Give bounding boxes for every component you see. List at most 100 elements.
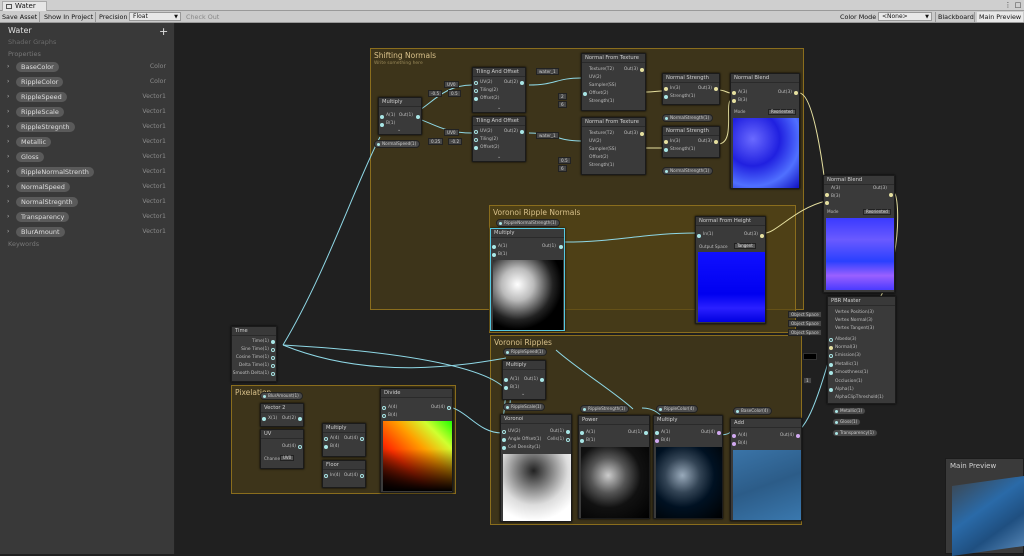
uv-channel-chip[interactable]: UV0	[444, 129, 459, 136]
node-tiling-and-offset[interactable]: Tiling And Offset UV(2) Tiling(2) Offset…	[472, 67, 526, 113]
more-options-icon[interactable]: ⋮	[1004, 1, 1012, 9]
expand-caret-icon[interactable]: ›	[7, 93, 9, 100]
port-dot[interactable]	[825, 201, 829, 205]
property-row[interactable]: › Transparency Vector1	[6, 211, 170, 223]
port-dot[interactable]	[520, 130, 524, 134]
node-pbr-master[interactable]: PBR Master Vertex Position(3) Vertex Nor…	[827, 296, 896, 404]
expand-caret-icon[interactable]: ›	[7, 228, 9, 235]
node-uv[interactable]: UV Out(4) Channel UV0	[260, 429, 304, 469]
expand-caret-icon[interactable]: ›	[7, 168, 9, 175]
strength-field[interactable]: 6	[558, 165, 567, 172]
port-dot[interactable]	[829, 371, 833, 375]
node-multiply[interactable]: Multiply A(1) B(1) Out(1) ⌄	[502, 360, 546, 400]
node-normal-blend[interactable]: Normal Blend A(3) B(3) Out(3) Mode Reori…	[730, 73, 800, 189]
node-voronoi[interactable]: Voronoi UV(2) Angle Offset(1) Cell Densi…	[500, 414, 572, 522]
node-multiply[interactable]: Multiply A(1) B(1) Out(1)	[490, 228, 565, 331]
property-row[interactable]: › Gloss Vector1	[6, 151, 170, 163]
port-dot[interactable]	[640, 132, 644, 136]
object-space-chip[interactable]: Object Space	[788, 320, 822, 327]
collapse-chevron-icon[interactable]: ⌄	[397, 127, 401, 133]
offset-x-field[interactable]: 0.25	[428, 138, 444, 145]
port-dot[interactable]	[504, 378, 508, 382]
port-dot[interactable]	[794, 91, 798, 95]
property-name[interactable]: NormalSpeed	[16, 182, 70, 192]
property-name[interactable]: RippleSpeed	[16, 92, 67, 102]
property-pill-normal-speed[interactable]: NormalSpeed(1)	[374, 140, 421, 148]
port-dot[interactable]	[664, 95, 668, 99]
port-dot[interactable]	[502, 430, 506, 434]
save-asset-button[interactable]: Save Asset	[0, 12, 40, 22]
expand-caret-icon[interactable]: ›	[7, 123, 9, 130]
expand-caret-icon[interactable]: ›	[7, 78, 9, 85]
output-space-dropdown[interactable]: Tangent	[734, 243, 756, 249]
mode-dropdown[interactable]: Reoriented	[863, 209, 891, 215]
port-dot[interactable]	[664, 148, 668, 152]
offset-y-field[interactable]: -0.2	[448, 138, 463, 145]
property-row[interactable]: › RippleScale Vector1	[6, 106, 170, 118]
property-row[interactable]: › NormalSpeed Vector1	[6, 181, 170, 193]
port-dot[interactable]	[540, 378, 544, 382]
offset-field[interactable]: 0.5	[558, 157, 571, 164]
property-pill-ripple-color[interactable]: RippleColor(4)	[656, 405, 698, 413]
port-dot[interactable]	[502, 446, 506, 450]
window-tab[interactable]: Water	[2, 1, 47, 11]
port-dot[interactable]	[640, 68, 644, 72]
property-row[interactable]: › RippleColor Color	[6, 76, 170, 88]
node-normal-blend[interactable]: Normal Blend A(3) B(3) Out(3) Mode Reori…	[823, 175, 895, 293]
port-dot[interactable]	[271, 356, 275, 360]
emission-color-swatch[interactable]	[803, 353, 817, 360]
port-dot[interactable]	[520, 81, 524, 85]
collapse-chevron-icon[interactable]: ⌄	[521, 391, 525, 397]
node-normal-strength[interactable]: Normal Strength In(3) Strength(1) Out(3)	[662, 73, 720, 105]
port-dot[interactable]	[474, 89, 478, 93]
property-pill-base-color[interactable]: BaseColor(4)	[733, 407, 773, 415]
node-multiply[interactable]: Multiply A(1) B(1) Out(1) ⌄	[378, 97, 422, 135]
node-normal-from-height[interactable]: Normal From Height In(1) Out(3) Output S…	[695, 216, 766, 324]
object-space-chip[interactable]: Object Space	[788, 329, 822, 336]
property-row[interactable]: › Metallic Vector1	[6, 136, 170, 148]
node-power[interactable]: Power A(1) B(1) Out(1)	[578, 415, 650, 519]
maximize-icon[interactable]: □	[1014, 1, 1022, 9]
add-property-icon[interactable]: +	[159, 26, 168, 37]
node-multiply[interactable]: Multiply A(1) B(4) Out(4)	[653, 415, 723, 519]
port-dot[interactable]	[829, 363, 833, 367]
port-dot[interactable]	[474, 130, 478, 134]
offset-field[interactable]: 2	[558, 93, 567, 100]
port-dot[interactable]	[664, 87, 668, 91]
expand-caret-icon[interactable]: ›	[7, 153, 9, 160]
port-dot[interactable]	[566, 438, 570, 442]
port-dot[interactable]	[889, 193, 893, 197]
expand-caret-icon[interactable]: ›	[7, 63, 9, 70]
port-dot[interactable]	[760, 234, 764, 238]
port-dot[interactable]	[732, 434, 736, 438]
main-preview-toggle[interactable]: Main Preview	[977, 12, 1024, 22]
property-name[interactable]: BlurAmount	[16, 227, 65, 237]
property-pill-ripple-strength[interactable]: RippleStrength(1)	[580, 405, 630, 413]
property-pill-ripple-scale[interactable]: RippleScale(1)	[503, 403, 546, 411]
port-dot[interactable]	[298, 417, 302, 421]
property-row[interactable]: › BaseColor Color	[6, 61, 170, 73]
port-dot[interactable]	[829, 338, 833, 342]
port-dot[interactable]	[732, 99, 736, 103]
property-pill-metallic[interactable]: Metallic(1)	[832, 407, 867, 415]
property-row[interactable]: › RippleStregnth Vector1	[6, 121, 170, 133]
expand-caret-icon[interactable]: ›	[7, 198, 9, 205]
property-name[interactable]: RippleStregnth	[16, 122, 75, 132]
property-pill-transparency[interactable]: Transparency(1)	[832, 429, 878, 437]
port-dot[interactable]	[262, 417, 266, 421]
port-dot[interactable]	[732, 442, 736, 446]
node-tiling-and-offset[interactable]: Tiling And Offset UV(2) Tiling(2) Offset…	[472, 116, 526, 162]
property-pill-normal-strength[interactable]: NormalStrength(1)	[662, 167, 714, 175]
port-dot[interactable]	[360, 437, 364, 441]
port-dot[interactable]	[447, 406, 451, 410]
port-dot[interactable]	[492, 253, 496, 257]
collapse-chevron-icon[interactable]: ⌄	[497, 105, 501, 111]
port-dot[interactable]	[382, 414, 386, 418]
offset-x-field[interactable]: -0.5	[428, 90, 443, 97]
port-dot[interactable]	[580, 431, 584, 435]
property-name[interactable]: Transparency	[16, 212, 70, 222]
port-dot[interactable]	[732, 91, 736, 95]
property-pill-normal-strength[interactable]: NormalStrength(1)	[662, 114, 714, 122]
node-add[interactable]: Add A(4) B(4) Out(4)	[730, 418, 802, 521]
port-dot[interactable]	[583, 92, 587, 96]
